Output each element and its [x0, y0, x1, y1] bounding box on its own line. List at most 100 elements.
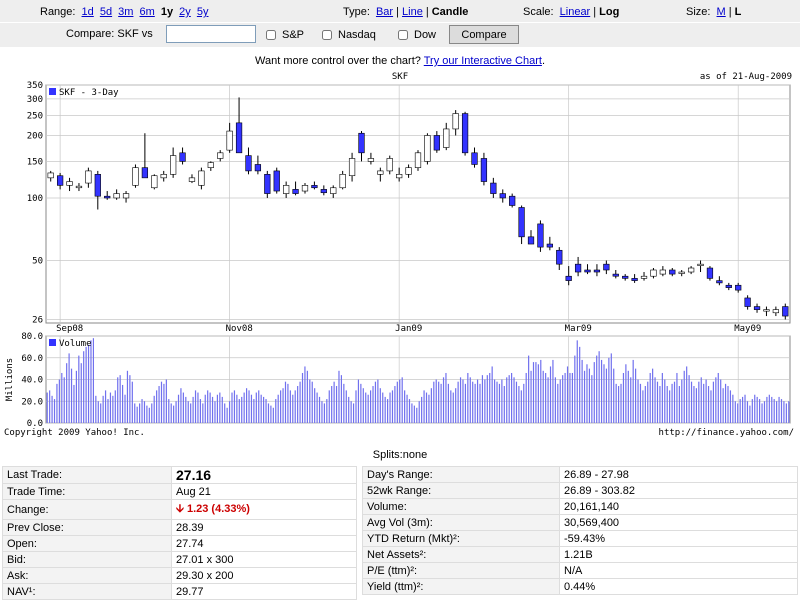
dow-checkbox-label: Dow — [414, 29, 437, 41]
promo-text: Want more control over the chart? — [255, 55, 421, 67]
candle-down — [669, 269, 676, 275]
range-5y-link[interactable]: 5y — [197, 6, 209, 18]
range-group: Range: 1d 5d 3m 6m 1y 2y 5y — [40, 6, 211, 18]
bid-label: Bid: — [2, 551, 172, 568]
price-volume-chart: 26 50 100 150 200 250 300 350 Sep08 Nov08 Jan09 Mar… — [5, 81, 791, 429]
candle-down — [292, 189, 299, 194]
candle-up — [697, 263, 704, 266]
table-row: P/E (ttm)²: N/A — [362, 562, 798, 579]
candle-up — [339, 174, 346, 189]
type-line-link[interactable]: Line — [402, 6, 423, 18]
candle-down — [753, 306, 761, 310]
compare-symbol-input[interactable] — [166, 25, 256, 43]
52wk-range-label: 52wk Range: — [362, 482, 560, 499]
date-tick-label: Jan09 — [395, 324, 422, 334]
candle-down — [612, 273, 619, 277]
candle-up — [763, 309, 770, 312]
candle-down — [471, 152, 478, 165]
range-6m-link[interactable]: 6m — [140, 6, 155, 18]
candle-down — [537, 223, 544, 248]
bid-value: 27.01 x 300 — [171, 551, 357, 568]
volume-axis-label: Millions — [5, 358, 15, 401]
sp-checkbox[interactable] — [266, 30, 276, 40]
type-group: Type: Bar | Line | Candle — [343, 6, 469, 18]
candle-down — [320, 189, 327, 194]
range-label: Range: — [40, 6, 76, 18]
days-range-label: Day's Range: — [362, 466, 560, 483]
price-legend-label: SKF - 3-Day — [59, 88, 119, 98]
candle-down — [593, 269, 601, 273]
splits-info: Splits:none — [372, 449, 428, 461]
prev-close-value: 28.39 — [171, 519, 357, 536]
size-l-selected: L — [734, 6, 742, 18]
candle-down — [264, 174, 271, 194]
candle-up — [678, 271, 685, 274]
type-bar-link[interactable]: Bar — [376, 6, 393, 18]
table-row: Net Assets²: 1.21B — [362, 546, 798, 563]
table-row: YTD Return (Mkt)²: -59.43% — [362, 530, 798, 547]
candle-up — [377, 170, 384, 175]
candle-up — [283, 185, 290, 194]
pe-value: N/A — [559, 562, 798, 579]
range-3m-link[interactable]: 3m — [118, 6, 133, 18]
price-tick-label: 350 — [27, 81, 43, 91]
candle-up — [386, 158, 393, 172]
scale-linear-link[interactable]: Linear — [560, 6, 591, 18]
ytd-return-label: YTD Return (Mkt)²: — [362, 530, 560, 547]
candle-up — [424, 135, 431, 162]
range-2y-link[interactable]: 2y — [179, 6, 191, 18]
candle-down — [245, 155, 252, 172]
net-assets-value: 1.21B — [559, 546, 798, 563]
price-tick-label: 150 — [27, 157, 43, 167]
candle-up — [772, 309, 779, 314]
size-m-link[interactable]: M — [717, 6, 726, 18]
interactive-chart-link[interactable]: Try our Interactive Chart — [424, 55, 542, 67]
candle-up — [301, 185, 309, 192]
chart-options-bar: Range: 1d 5d 3m 6m 1y 2y 5y Type: Bar | L… — [0, 0, 800, 22]
volume-legend-label: Volume — [59, 339, 92, 349]
candle-up — [132, 167, 139, 186]
candle-up — [348, 158, 356, 177]
scale-log-selected: Log — [599, 6, 620, 18]
table-row: Open: 27.74 — [2, 535, 357, 552]
price-tick-label: 100 — [27, 194, 43, 204]
days-range-value: 26.89 - 27.98 — [559, 466, 798, 483]
compare-button[interactable]: Compare — [449, 25, 519, 44]
candle-down — [725, 284, 732, 288]
price-tick-label: 200 — [27, 131, 43, 141]
candle-down — [574, 263, 582, 273]
change-label: Change: — [2, 499, 172, 520]
candle-up — [47, 172, 54, 179]
candle-down — [603, 263, 610, 271]
nav-value: 29.77 — [171, 583, 357, 600]
nasdaq-checkbox-group[interactable]: Nasdaq — [322, 29, 376, 41]
candle-up — [85, 170, 92, 184]
yahoo-finance-url: http://finance.yahoo.com/ — [658, 428, 794, 438]
dow-checkbox-group[interactable]: Dow — [398, 29, 436, 41]
candle-up — [188, 177, 196, 182]
range-5d-link[interactable]: 5d — [100, 6, 112, 18]
candle-up — [151, 175, 158, 189]
table-row: Last Trade: 27.16 — [2, 466, 357, 484]
candle-down — [433, 135, 440, 151]
price-tick-label: 300 — [27, 95, 43, 105]
nasdaq-checkbox[interactable] — [322, 30, 332, 40]
dow-checkbox[interactable] — [398, 30, 408, 40]
interactive-chart-promo: Want more control over the chart? Try ou… — [255, 55, 545, 67]
candle-down — [104, 195, 111, 199]
range-1d-link[interactable]: 1d — [82, 6, 94, 18]
yield-value: 0.44% — [559, 578, 798, 595]
open-label: Open: — [2, 535, 172, 552]
candle-up — [452, 113, 459, 130]
candle-down — [782, 306, 789, 317]
sp-checkbox-group[interactable]: S&P — [266, 29, 304, 41]
table-row: Yield (ttm)²: 0.44% — [362, 578, 798, 595]
table-row: Bid: 27.01 x 300 — [2, 551, 357, 568]
candle-up — [66, 181, 73, 186]
ask-value: 29.30 x 200 — [171, 567, 357, 584]
ytd-return-value: -59.43% — [559, 530, 798, 547]
open-value: 27.74 — [171, 535, 357, 552]
candle-down — [556, 249, 563, 265]
candle-up — [75, 185, 83, 189]
table-row: Ask: 29.30 x 200 — [2, 567, 357, 584]
